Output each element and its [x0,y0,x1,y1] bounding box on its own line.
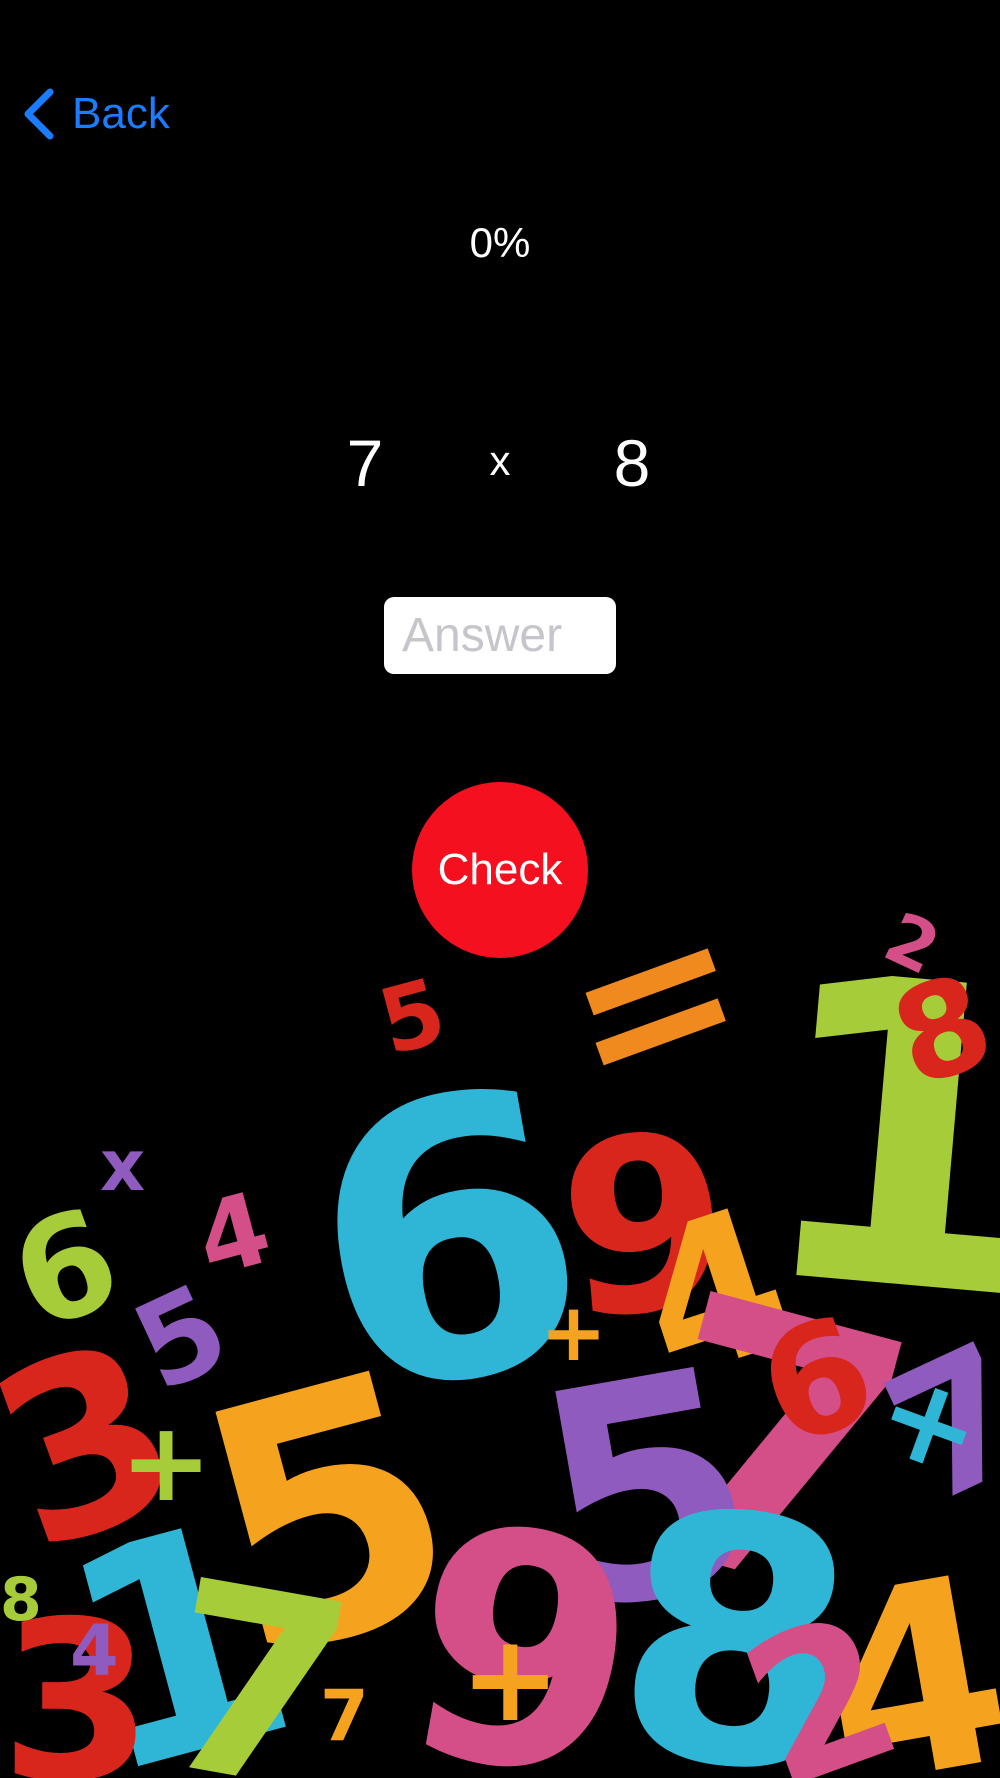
operator-sign: x [489,437,511,484]
svg-text:4: 4 [70,1610,119,1692]
svg-text:+: + [460,1610,561,1749]
multiplication-screen: Back 0% 7 x 8 Check 2 5 x 4 1 6 9 4 7 5 … [0,0,1000,1778]
svg-text:x: x [100,1125,145,1207]
svg-text:7: 7 [320,1675,369,1757]
right-operand: 8 [613,426,651,500]
answer-input[interactable] [384,597,616,674]
chevron-left-icon [24,88,54,140]
svg-text:8: 8 [0,1565,42,1635]
back-button[interactable]: Back [20,84,170,144]
svg-text:+: + [540,1286,607,1379]
colorful-numbers-background-image: 2 5 x 4 1 6 9 4 7 5 5 3 6 5 1 9 8 7 3 4 … [0,883,1000,1778]
progress-percentage: 0% [469,219,531,266]
back-label: Back [72,89,170,138]
svg-text:+: + [120,1398,212,1526]
left-operand: 7 [346,426,384,500]
